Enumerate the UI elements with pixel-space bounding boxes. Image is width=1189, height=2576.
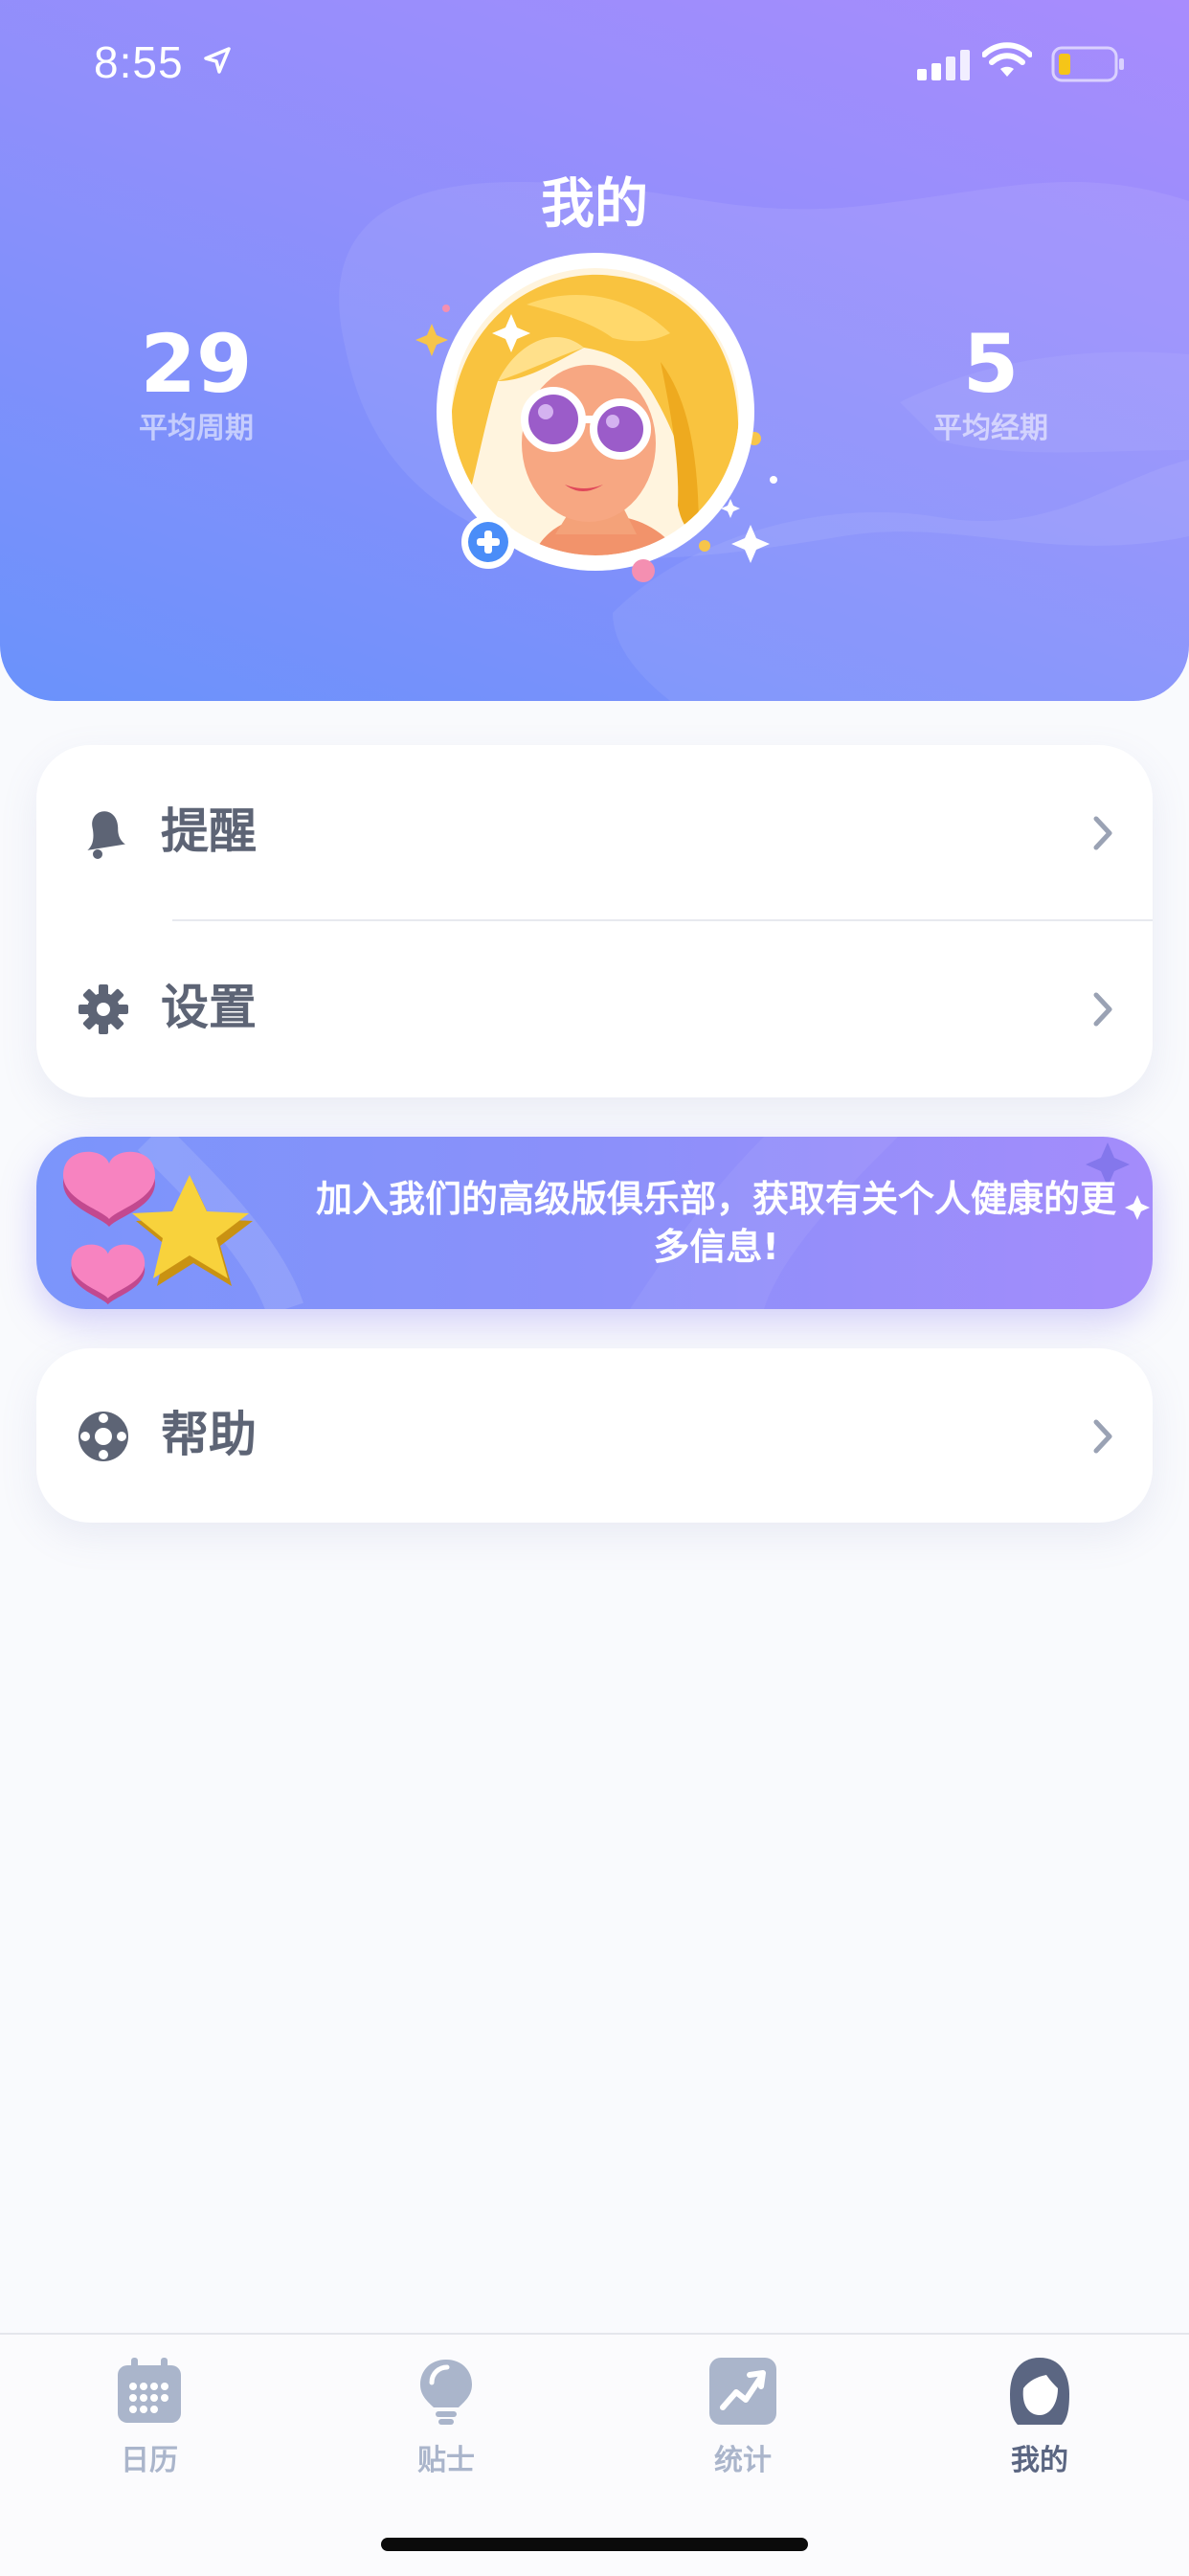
- profile-icon: [1010, 2358, 1069, 2425]
- menu-card-help: 帮助: [36, 1348, 1153, 1523]
- heart-icon: [71, 1244, 146, 1305]
- average-cycle-value: 29: [140, 317, 253, 411]
- menu-item-reminders-label: 提醒: [161, 803, 257, 859]
- wifi-icon: [982, 42, 1032, 77]
- tab-profile[interactable]: 我的: [963, 2356, 1116, 2478]
- tab-profile-label: 我的: [1011, 2444, 1068, 2477]
- avatar[interactable]: [412, 247, 795, 601]
- profile-header: 8:55 我的 29 平均周期 5 平均经期: [0, 0, 1189, 701]
- add-photo-badge[interactable]: [461, 515, 515, 569]
- page-title: 我的: [541, 173, 648, 236]
- average-period-value: 5: [962, 317, 1020, 411]
- premium-club-text: 加入我们的高级版俱乐部，获取有关个人健康的更多信息!: [315, 1178, 1116, 1268]
- menu-item-help-label: 帮助: [161, 1407, 257, 1462]
- average-cycle-label: 平均周期: [139, 412, 254, 445]
- average-period-stat: 5 平均经期: [900, 318, 1082, 446]
- menu-item-settings-label: 设置: [161, 980, 257, 1035]
- status-time: 8:55: [94, 37, 184, 87]
- tab-statistics-label: 统计: [714, 2444, 772, 2477]
- avatar-illustration: [415, 253, 777, 582]
- tab-statistics[interactable]: 统计: [666, 2356, 819, 2478]
- home-indicator: [381, 2538, 808, 2551]
- chevron-right-icon: [1093, 816, 1112, 850]
- menu-item-reminders[interactable]: 提醒: [36, 745, 1153, 921]
- tab-tips-label: 贴士: [417, 2444, 475, 2477]
- bell-icon: [87, 811, 125, 859]
- calendar-icon: [118, 2358, 181, 2423]
- lifebuoy-icon: [79, 1412, 128, 1461]
- tab-calendar[interactable]: 日历: [73, 2356, 226, 2478]
- chart-trend-icon: [709, 2358, 776, 2425]
- gear-icon: [79, 984, 128, 1034]
- location-arrow-icon: [204, 47, 231, 74]
- menu-card-primary: 提醒 设置: [36, 745, 1153, 1097]
- battery-icon: [1051, 46, 1124, 82]
- average-cycle-stat: 29 平均周期: [105, 318, 287, 446]
- menu-item-settings[interactable]: 设置: [36, 921, 1153, 1097]
- tab-calendar-label: 日历: [121, 2444, 178, 2477]
- menu-item-help[interactable]: 帮助: [36, 1348, 1153, 1523]
- cellular-signal-icon: [917, 50, 970, 80]
- tab-tips[interactable]: 贴士: [370, 2356, 523, 2478]
- average-period-label: 平均经期: [933, 412, 1048, 445]
- chevron-right-icon: [1093, 1419, 1112, 1454]
- chevron-right-icon: [1093, 992, 1112, 1027]
- premium-club-banner[interactable]: 加入我们的高级版俱乐部，获取有关个人健康的更多信息!: [36, 1137, 1153, 1309]
- lightbulb-icon: [420, 2360, 472, 2425]
